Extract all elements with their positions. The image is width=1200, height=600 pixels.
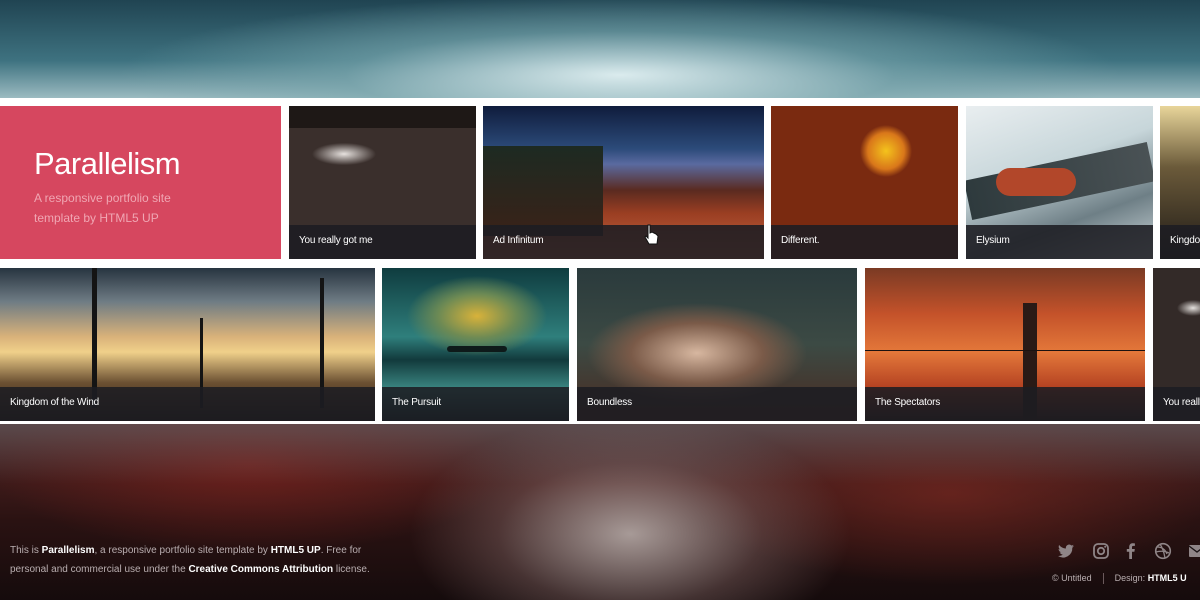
portfolio-tile[interactable]: You really got me bbox=[289, 106, 476, 259]
portfolio-tile[interactable]: Boundless bbox=[577, 268, 857, 421]
dribbble-icon[interactable] bbox=[1154, 542, 1172, 560]
tile-caption: You really got me bbox=[289, 225, 476, 259]
intro-card: Parallelism A responsive portfolio site … bbox=[0, 106, 281, 259]
instagram-icon[interactable] bbox=[1092, 542, 1110, 560]
portfolio-tile[interactable]: You really bbox=[1153, 268, 1200, 421]
tile-figure bbox=[996, 168, 1076, 196]
license-link[interactable]: Creative Commons Attribution bbox=[188, 564, 333, 575]
tile-image bbox=[865, 350, 1145, 351]
footer-copy: This is Parallelism, a responsive portfo… bbox=[10, 545, 370, 575]
portfolio-tile[interactable]: Elysium bbox=[966, 106, 1153, 259]
tile-image bbox=[447, 346, 507, 352]
tile-caption: Ad Infinitum bbox=[483, 225, 764, 259]
email-icon[interactable] bbox=[1188, 542, 1200, 560]
site-title: Parallelism bbox=[34, 146, 181, 181]
tile-caption: You really bbox=[1153, 387, 1200, 421]
author-link[interactable]: HTML5 UP bbox=[271, 545, 321, 556]
twitter-icon[interactable] bbox=[1057, 542, 1075, 560]
portfolio-tile[interactable]: The Spectators bbox=[865, 268, 1145, 421]
copyright-text: © Untitled bbox=[1052, 573, 1092, 583]
site-subtitle: A responsive portfolio site template by … bbox=[34, 191, 171, 225]
tile-caption: Elysium bbox=[966, 225, 1153, 259]
footer-credits: © Untitled Design: HTML5 U bbox=[1052, 573, 1187, 585]
tile-caption: Kingdo bbox=[1160, 225, 1200, 259]
portfolio-tile[interactable]: Different. bbox=[771, 106, 958, 259]
tile-caption: Kingdom of the Wind bbox=[0, 387, 375, 421]
tile-caption: The Pursuit bbox=[382, 387, 569, 421]
portfolio-tile[interactable]: Ad Infinitum bbox=[483, 106, 764, 259]
portfolio-tile[interactable]: The Pursuit bbox=[382, 268, 569, 421]
portfolio-tile[interactable]: Kingdo bbox=[1160, 106, 1200, 259]
tile-caption: The Spectators bbox=[865, 387, 1145, 421]
tile-image bbox=[483, 146, 603, 236]
tile-caption: Boundless bbox=[577, 387, 857, 421]
brand-link[interactable]: Parallelism bbox=[42, 545, 95, 556]
pointer-cursor-icon bbox=[644, 224, 659, 245]
credits-divider bbox=[1102, 573, 1104, 585]
portfolio-tile[interactable]: Kingdom of the Wind bbox=[0, 268, 375, 421]
tile-image bbox=[289, 106, 476, 128]
facebook-icon[interactable] bbox=[1122, 542, 1140, 560]
tile-caption: Different. bbox=[771, 225, 958, 259]
design-link[interactable]: HTML5 U bbox=[1148, 573, 1187, 583]
header-background bbox=[0, 0, 1200, 110]
